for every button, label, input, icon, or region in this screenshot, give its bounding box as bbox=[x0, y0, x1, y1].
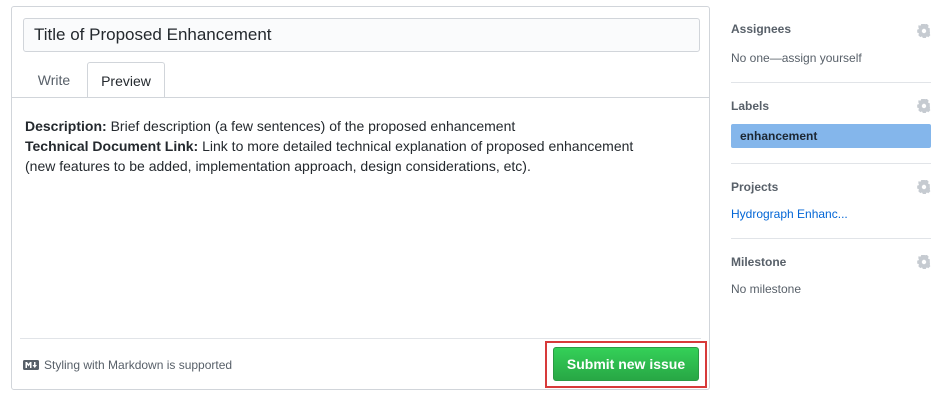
footer-divider bbox=[20, 338, 701, 339]
milestone-heading: Milestone bbox=[731, 255, 787, 269]
description-line: Description: Brief description (a few se… bbox=[25, 116, 695, 136]
projects-heading: Projects bbox=[731, 180, 779, 194]
submit-new-issue-button[interactable]: Submit new issue bbox=[553, 347, 699, 381]
gear-icon[interactable] bbox=[917, 99, 931, 113]
tech-doc-text: Link to more detailed technical explanat… bbox=[198, 138, 634, 154]
description-text: Brief description (a few sentences) of t… bbox=[106, 118, 516, 134]
markdown-icon bbox=[23, 360, 39, 370]
project-link[interactable]: Hydrograph Enhanc... bbox=[731, 207, 848, 221]
issue-title-input[interactable] bbox=[23, 18, 700, 52]
gear-icon[interactable] bbox=[917, 255, 931, 269]
gear-icon[interactable] bbox=[917, 24, 931, 38]
markdown-note-text: Styling with Markdown is supported bbox=[44, 358, 233, 372]
labels-heading: Labels bbox=[731, 99, 770, 113]
tech-doc-line: Technical Document Link: Link to more de… bbox=[25, 136, 695, 156]
assignees-heading: Assignees bbox=[731, 22, 792, 36]
tab-preview[interactable]: Preview bbox=[87, 62, 165, 98]
label-enhancement[interactable]: enhancement bbox=[731, 124, 931, 148]
milestone-value: No milestone bbox=[731, 282, 802, 296]
tech-doc-label: Technical Document Link: bbox=[25, 138, 199, 154]
tabs-divider bbox=[12, 97, 709, 98]
gear-icon[interactable] bbox=[917, 180, 931, 194]
sidebar-divider bbox=[731, 238, 931, 239]
sidebar-divider bbox=[731, 163, 931, 164]
tech-doc-continued: (new features to be added, implementatio… bbox=[25, 158, 531, 174]
tab-write[interactable]: Write bbox=[22, 62, 86, 98]
markdown-support-note[interactable]: Styling with Markdown is supported bbox=[23, 358, 232, 372]
preview-content: Description: Brief description (a few se… bbox=[25, 116, 695, 176]
sidebar-divider bbox=[731, 82, 931, 83]
new-issue-form: Write Preview Description: Brief descrip… bbox=[11, 6, 710, 390]
description-label: Description: bbox=[25, 118, 107, 134]
assignees-value[interactable]: No one—assign yourself bbox=[731, 51, 862, 65]
